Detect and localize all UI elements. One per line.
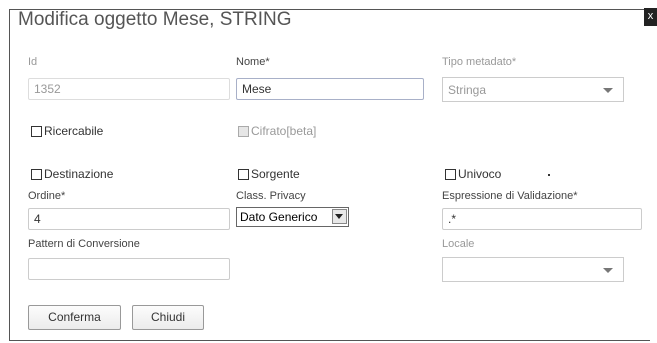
cifrato-label: Cifrato[beta]	[251, 124, 317, 138]
destinazione-label: Destinazione	[44, 167, 114, 181]
ordine-label: Ordine*	[28, 190, 66, 202]
dialog-title: Modifica oggetto Mese, STRING	[18, 9, 292, 30]
cifrato-checkbox: Cifrato[beta]	[238, 124, 316, 138]
checkbox-box[interactable]	[31, 125, 42, 137]
tipo-metadato-label: Tipo metadato*	[442, 56, 517, 68]
chevron-down-icon	[603, 88, 613, 93]
class-privacy-select[interactable]: Dato Generico	[236, 207, 349, 227]
class-privacy-label: Class. Privacy	[236, 190, 306, 202]
checkbox-box[interactable]	[31, 168, 42, 180]
nome-label: Nome*	[236, 56, 270, 68]
dropdown-arrow-icon[interactable]	[332, 209, 347, 224]
espressione-label: Espressione di Validazione*	[442, 190, 578, 202]
ordine-field[interactable]: 4	[28, 208, 230, 230]
nome-field[interactable]: Mese	[236, 78, 424, 100]
stray-dot	[548, 174, 550, 176]
checkbox-box[interactable]	[238, 168, 249, 180]
sorgente-label: Sorgente	[251, 167, 300, 181]
id-label: Id	[28, 56, 38, 68]
class-privacy-value: Dato Generico	[240, 210, 318, 224]
locale-label: Locale	[442, 238, 475, 250]
destinazione-checkbox[interactable]: Destinazione	[31, 167, 113, 181]
close-icon[interactable]: x	[644, 8, 657, 26]
chevron-down-icon	[603, 268, 613, 273]
pattern-label: Pattern di Conversione	[28, 238, 140, 250]
tipo-metadato-value: Stringa	[448, 83, 487, 97]
chiudi-button[interactable]: Chiudi	[132, 305, 204, 330]
sorgente-checkbox[interactable]: Sorgente	[238, 167, 300, 181]
ricercabile-label: Ricercabile	[44, 124, 104, 138]
conferma-button[interactable]: Conferma	[28, 305, 121, 330]
tipo-metadato-select: Stringa	[442, 77, 624, 102]
checkbox-box	[238, 125, 249, 137]
univoco-label: Univoco	[458, 167, 502, 181]
id-field: 1352	[28, 78, 230, 100]
ricercabile-checkbox[interactable]: Ricercabile	[31, 124, 103, 138]
espressione-field[interactable]: .*	[442, 208, 642, 230]
pattern-field[interactable]	[28, 258, 230, 280]
locale-select	[442, 257, 624, 282]
univoco-checkbox[interactable]: Univoco	[445, 167, 501, 181]
checkbox-box[interactable]	[445, 168, 456, 180]
